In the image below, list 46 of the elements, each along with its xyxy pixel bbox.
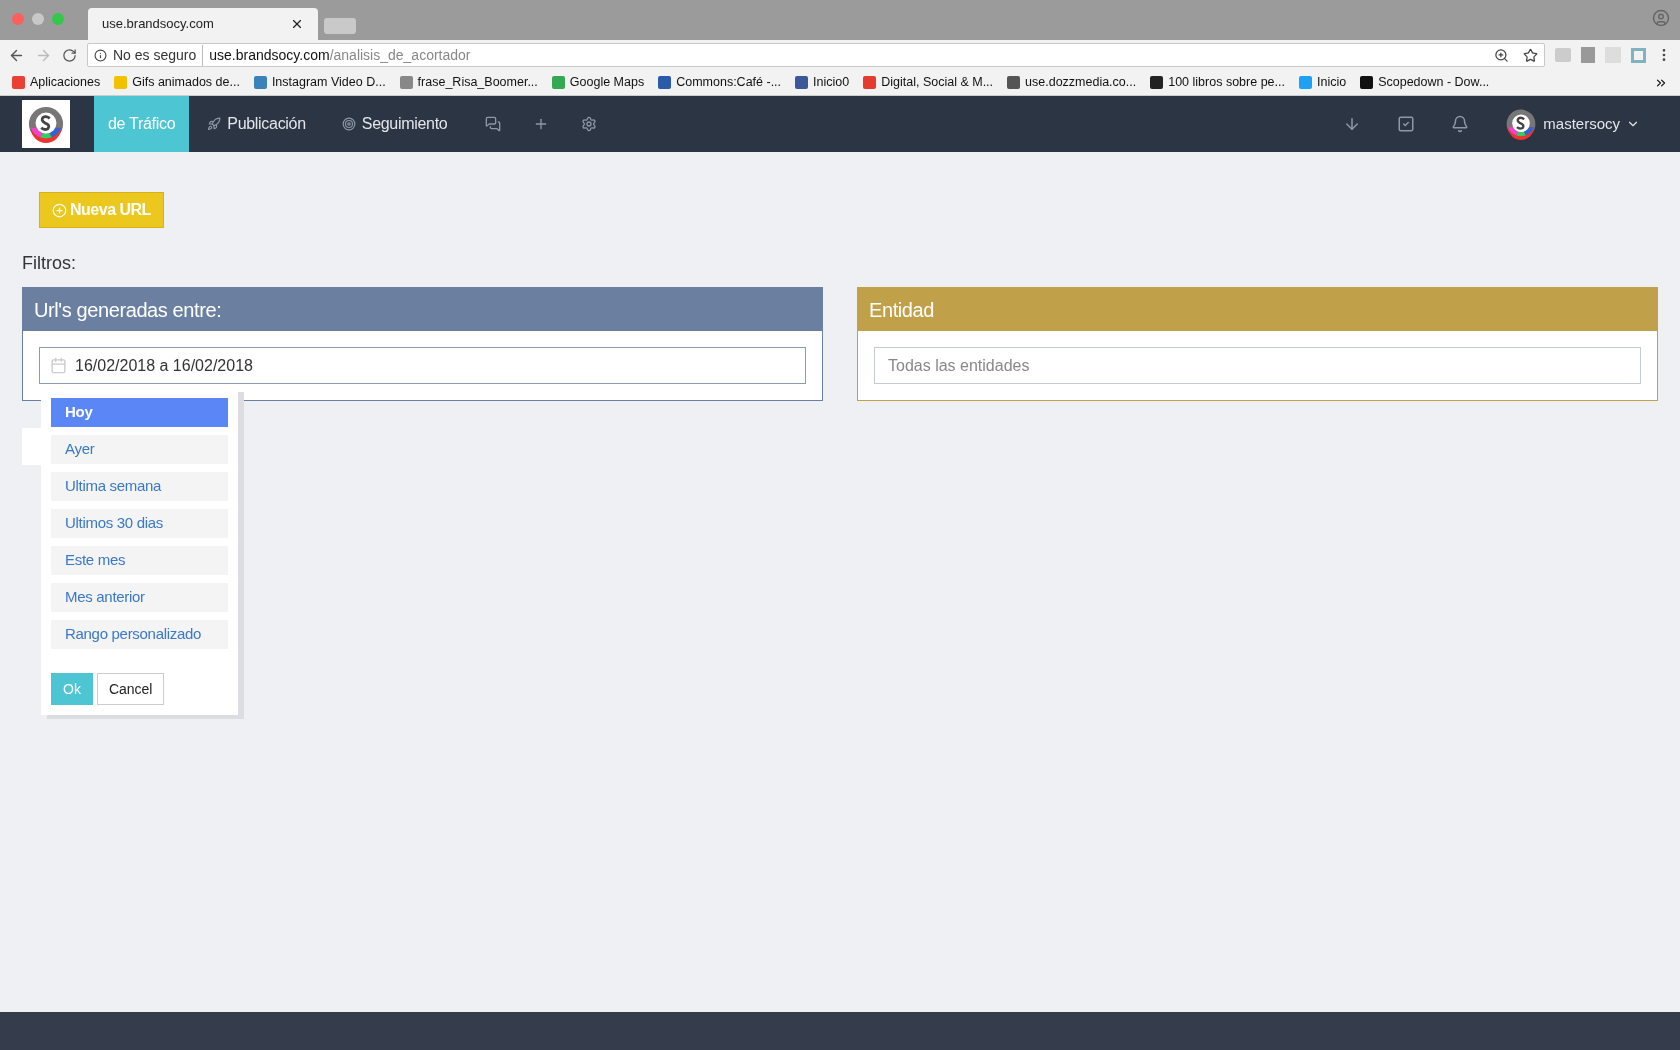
panel-header: Url's generadas entre: xyxy=(23,288,822,331)
range-option[interactable]: Este mes xyxy=(51,546,228,575)
bookmark-item[interactable]: Aplicaciones xyxy=(12,73,101,92)
browser-tab[interactable]: use.brandsocy.com xyxy=(88,8,318,40)
tasks-icon[interactable] xyxy=(1397,115,1416,133)
bookmark-star-icon[interactable] xyxy=(1523,47,1538,63)
avatar-icon xyxy=(1505,108,1538,140)
address-bar[interactable]: No es seguro use.brandsocy.com/analisis_de_acortador xyxy=(87,43,1545,67)
bookmark-item[interactable]: Gifs animados de... xyxy=(114,73,240,92)
entity-field[interactable]: Todas las entidades xyxy=(874,347,1641,384)
bookmark-item[interactable]: Digital, Social & M... xyxy=(863,73,994,92)
filters-label: Filtros: xyxy=(22,252,76,275)
range-option[interactable]: Mes anterior xyxy=(51,583,228,612)
bookmark-item[interactable]: Inicio0 xyxy=(795,73,850,92)
bookmark-item[interactable]: Scopedown - Dow... xyxy=(1360,73,1490,92)
notifications-icon[interactable] xyxy=(1451,115,1470,133)
security-label: No es seguro xyxy=(113,44,204,66)
url-text: use.brandsocy.com/analisis_de_acortador xyxy=(209,45,471,65)
logo-icon xyxy=(27,105,65,143)
bookmark-item[interactable]: Inicio xyxy=(1298,73,1347,92)
bookmark-item[interactable]: 100 libros sobre pe... xyxy=(1150,73,1285,92)
reload-icon[interactable] xyxy=(62,47,77,63)
zoom-icon[interactable] xyxy=(1494,47,1509,63)
rocket-icon xyxy=(207,117,222,131)
range-option[interactable]: Ultimos 30 dias xyxy=(51,509,228,538)
range-option[interactable]: Rango personalizado xyxy=(51,620,228,649)
bookmark-item[interactable]: Google Maps xyxy=(551,73,645,92)
bookmark-item[interactable]: use.dozzmedia.co... xyxy=(1007,73,1137,92)
bookmark-item[interactable]: Commons:Café -... xyxy=(658,73,782,92)
nav-tab[interactable]: Publicación xyxy=(189,96,324,152)
target-icon xyxy=(341,117,356,131)
range-option[interactable]: Ayer xyxy=(51,435,228,464)
user-menu[interactable]: mastersocy xyxy=(1505,108,1640,140)
nav-tab[interactable]: Seguimiento xyxy=(323,96,466,152)
range-option[interactable]: Ultima semana xyxy=(51,472,228,501)
info-icon xyxy=(94,48,107,62)
bookmark-item[interactable]: frase_Risa_Boomer... xyxy=(399,73,538,92)
bookmark-item[interactable]: Instagram Video D... xyxy=(253,73,386,92)
cancel-button[interactable]: Cancel xyxy=(96,673,165,705)
close-tab-icon[interactable] xyxy=(290,17,304,31)
settings-icon[interactable] xyxy=(581,116,598,132)
add-circle-icon xyxy=(52,202,67,218)
date-range-field[interactable]: 16/02/2018 a 16/02/2018 xyxy=(39,347,806,384)
chat-icon[interactable] xyxy=(485,116,502,132)
calendar-icon xyxy=(50,357,67,374)
panel-header: Entidad xyxy=(858,288,1657,331)
